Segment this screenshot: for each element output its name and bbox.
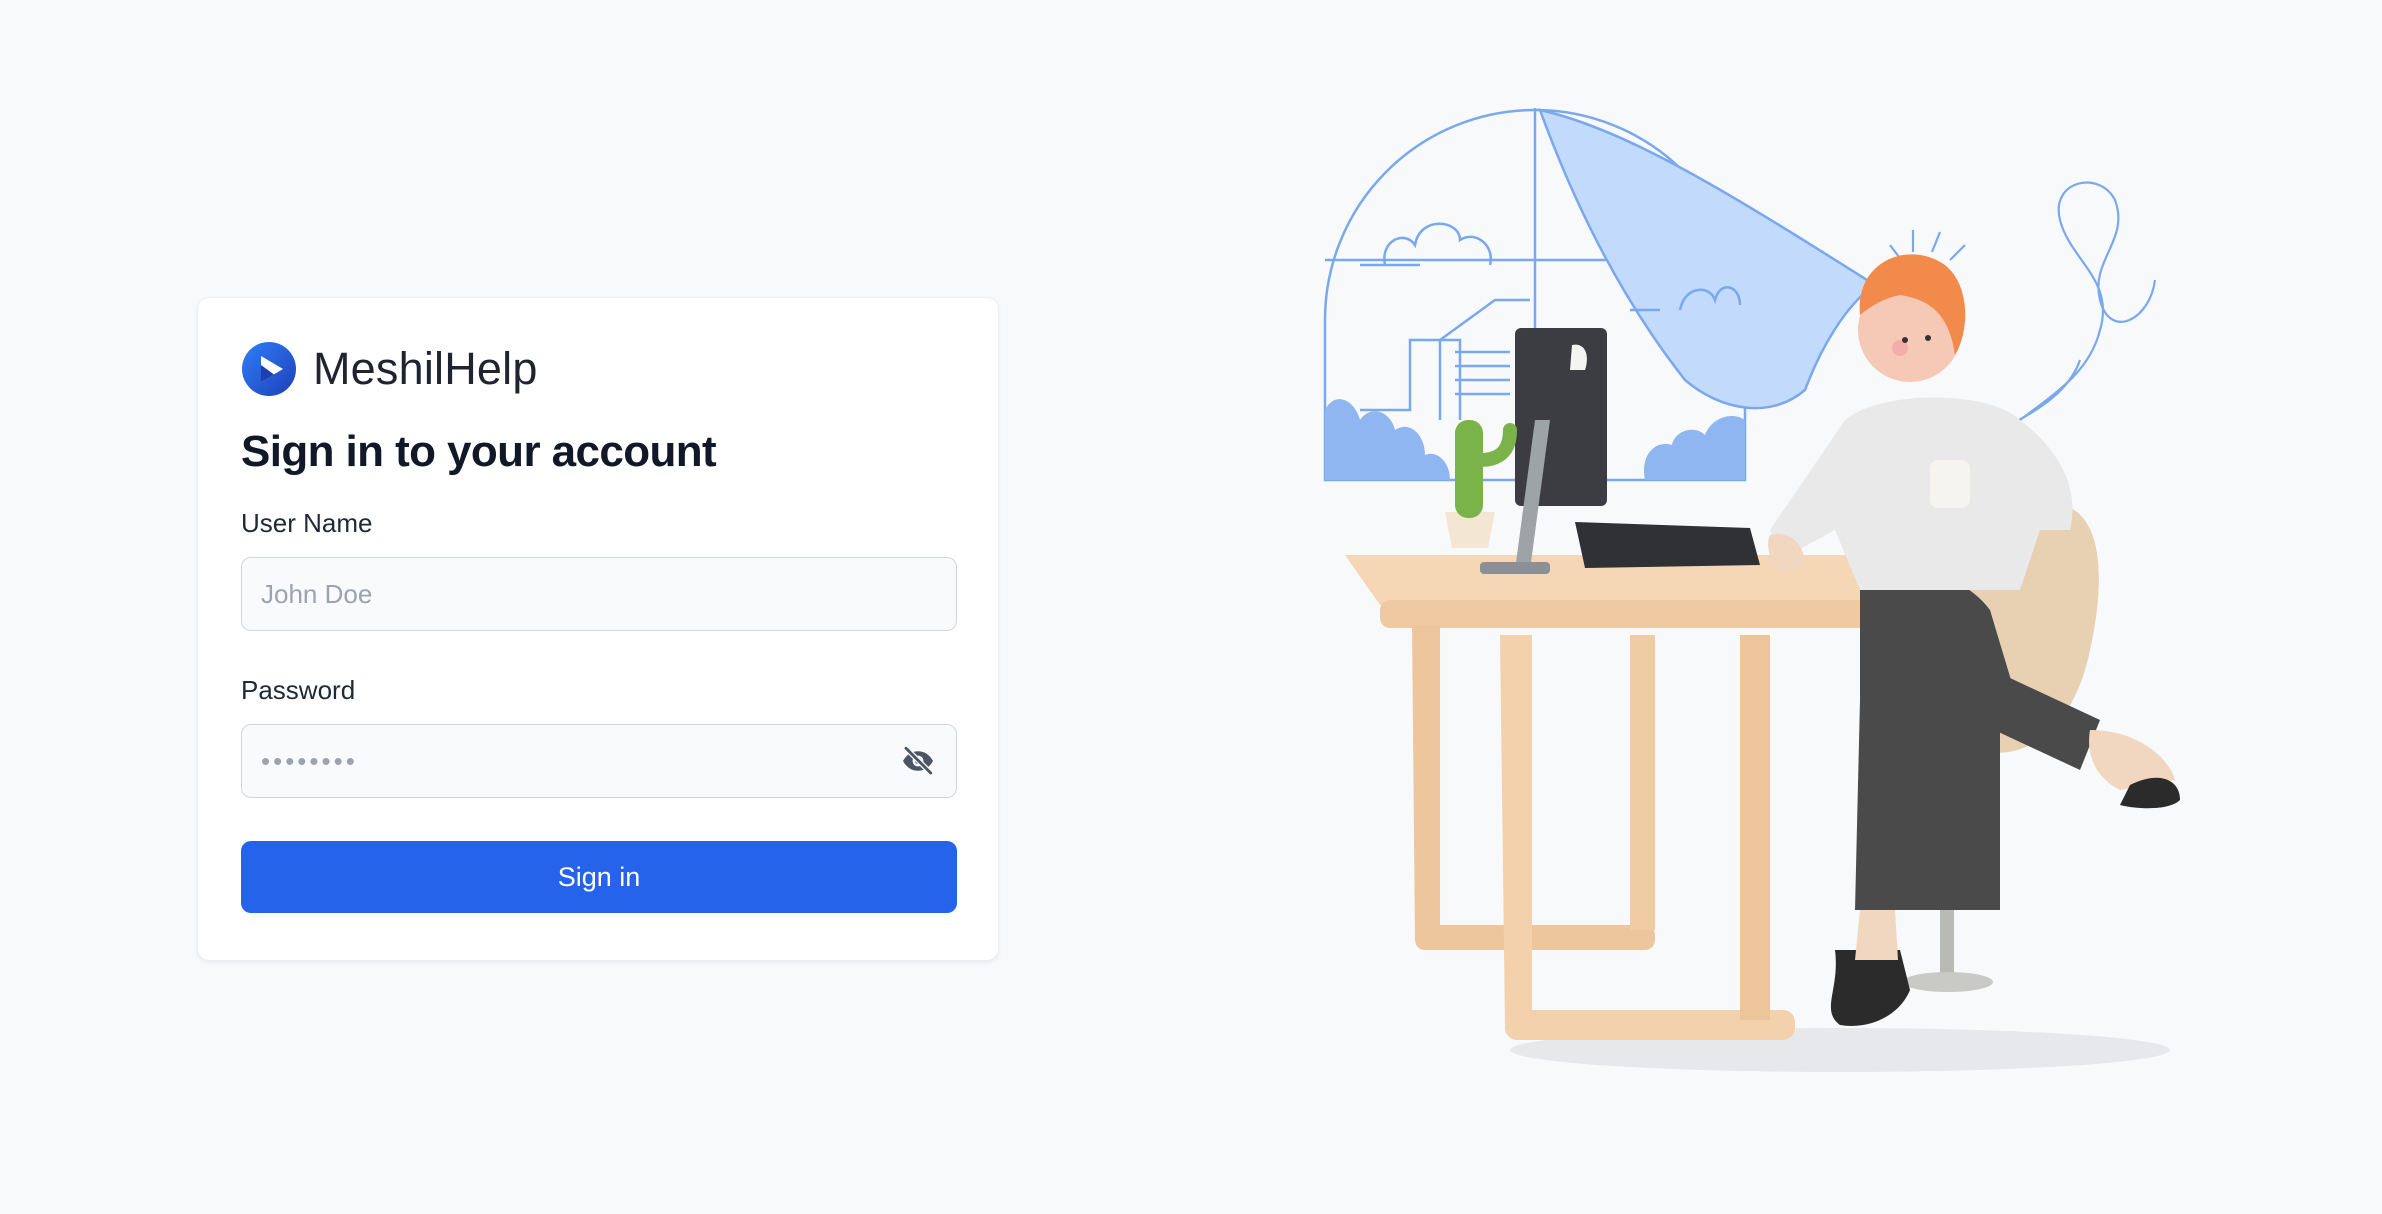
cactus-plant — [1445, 420, 1517, 548]
login-page: MeshilHelp Sign in to your account User … — [0, 0, 2382, 1214]
person — [1768, 254, 2180, 1026]
password-input-wrapper — [241, 724, 957, 799]
brand-name: MeshilHelp — [313, 343, 538, 394]
page-title: Sign in to your account — [241, 427, 717, 476]
eye-slash-icon[interactable] — [898, 741, 938, 781]
desk — [1345, 555, 1890, 1040]
brand: MeshilHelp — [241, 340, 955, 398]
workspace-illustration — [1323, 108, 2180, 1072]
play-logo-icon — [242, 342, 296, 396]
sign-in-button[interactable]: Sign in — [241, 841, 957, 914]
password-label: Password — [241, 675, 356, 706]
username-input[interactable] — [242, 558, 956, 631]
password-input[interactable] — [242, 725, 956, 798]
username-field: User Name — [241, 508, 957, 632]
password-field: Password — [241, 675, 957, 799]
keyboard — [1575, 522, 1760, 568]
login-card: MeshilHelp Sign in to your account User … — [197, 297, 999, 961]
bushes-right — [1644, 415, 1745, 480]
username-label: User Name — [241, 508, 373, 539]
username-input-wrapper — [241, 557, 957, 632]
